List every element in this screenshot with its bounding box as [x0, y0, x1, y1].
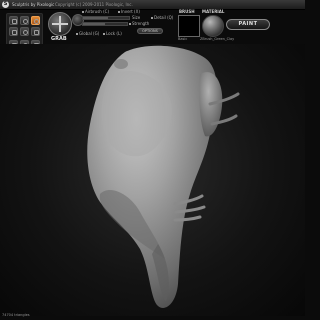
global-radio-icon — [76, 33, 78, 35]
invert-option[interactable]: Invert (X) — [118, 9, 140, 14]
airbrush-option[interactable]: Airbrush (C) — [82, 9, 109, 14]
size-slider-fill — [83, 17, 109, 19]
material-name: ZBrush_Green_Clay — [200, 37, 235, 41]
detail-option[interactable]: Detail (Q) — [151, 15, 173, 20]
triangle-count: 74704 triangles — [2, 313, 30, 317]
lock-option[interactable]: Lock (L) — [103, 31, 122, 36]
paint-button[interactable]: PAINT — [226, 19, 270, 30]
strength-slider[interactable] — [82, 22, 128, 26]
title-bar: S Sculptris by Pixologic Copyright (c) 2… — [0, 0, 305, 10]
pinch-tool-icon[interactable] — [31, 27, 40, 36]
material-sphere-icon[interactable] — [202, 15, 224, 37]
grab-tool-icon[interactable] — [31, 16, 40, 25]
sculpted-model — [87, 45, 240, 308]
strength-label: Strength — [129, 21, 149, 26]
brush-name: Basic — [178, 37, 188, 41]
size-label: Size — [132, 15, 141, 20]
airbrush-radio-icon — [82, 11, 84, 13]
brush-thumbnail[interactable] — [178, 15, 200, 37]
sculpt-viewport[interactable] — [0, 44, 305, 316]
grab-tool-large-icon — [48, 12, 72, 36]
lock-radio-icon — [103, 33, 105, 35]
options-button[interactable]: OPTIONS — [137, 28, 163, 34]
inflate-tool-icon[interactable] — [20, 27, 29, 36]
brush-label: BRUSH — [179, 9, 195, 14]
strength-bullet-icon — [129, 23, 131, 25]
app-title: Sculptris by Pixologic — [12, 2, 55, 7]
sculptris-logo-icon: S — [2, 1, 9, 8]
flatten-tool-icon[interactable] — [9, 27, 18, 36]
size-slider[interactable] — [82, 16, 130, 20]
crease-tool-icon[interactable] — [20, 16, 29, 25]
strength-slider-fill — [83, 23, 105, 25]
draw-tool-icon[interactable] — [9, 16, 18, 25]
current-tool-name: GRAB — [51, 36, 67, 42]
detail-radio-icon — [151, 17, 153, 19]
invert-radio-icon — [118, 11, 120, 13]
app-copyright: Copyright (c) 2009-2011 Pixologic, Inc. — [55, 2, 133, 7]
global-option[interactable]: Global (G) — [76, 31, 99, 36]
material-label: MATERIAL — [202, 9, 225, 14]
